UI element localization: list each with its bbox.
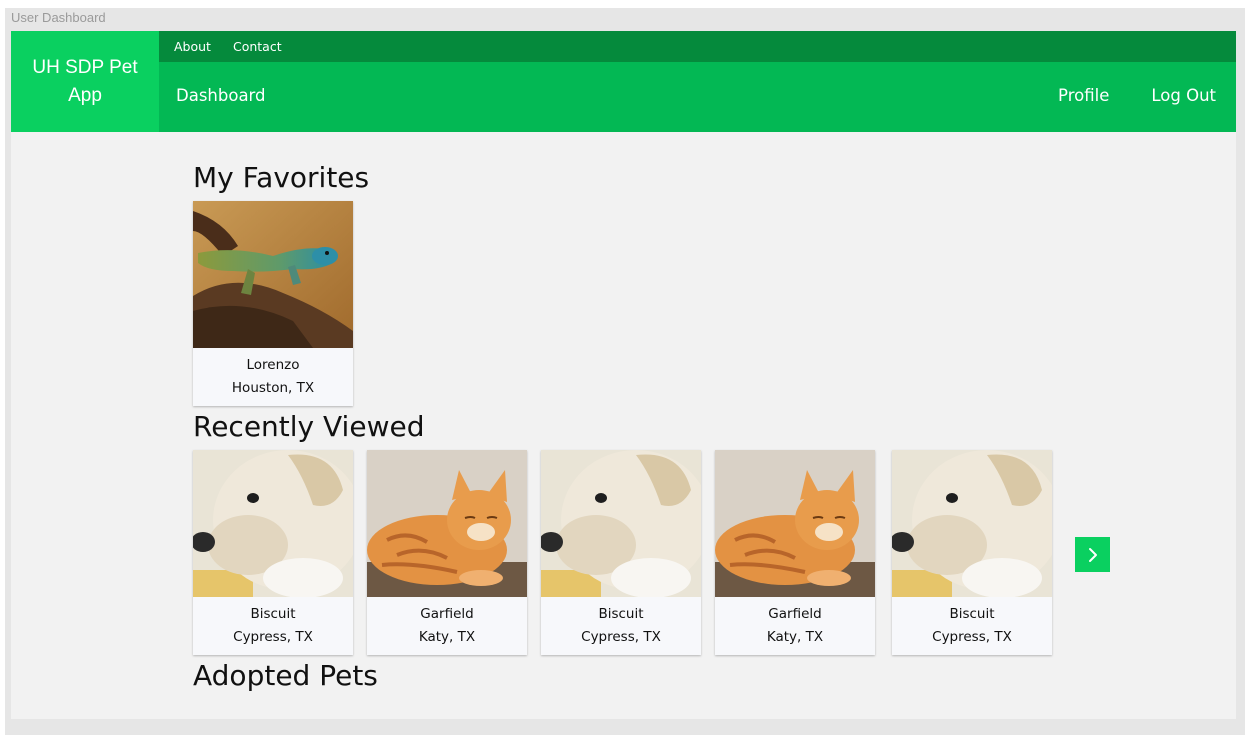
pet-location: Katy, TX	[418, 629, 476, 645]
pet-photo-cat	[715, 450, 875, 597]
brand-logo[interactable]: UH SDP Pet App	[11, 31, 159, 132]
brand-line-1: UH SDP Pet	[32, 56, 138, 78]
pet-photo-puppy	[193, 450, 353, 597]
contact-link[interactable]: Contact	[233, 39, 282, 54]
pet-location: Katy, TX	[766, 629, 824, 645]
pet-location: Cypress, TX	[581, 629, 661, 645]
pet-location: Houston, TX	[231, 380, 315, 396]
nav-right: Profile Log Out	[1058, 86, 1216, 105]
pet-location: Cypress, TX	[233, 629, 313, 645]
pet-info: Biscuit Cypress, TX	[541, 597, 701, 655]
main-navbar: Dashboard Profile Log Out	[159, 62, 1236, 132]
pet-card[interactable]: Biscuit Cypress, TX	[193, 450, 353, 655]
pet-info: Biscuit Cypress, TX	[193, 597, 353, 655]
pet-photo-puppy	[892, 450, 1052, 597]
pet-card[interactable]: Garfield Katy, TX	[367, 450, 527, 655]
pet-name: Garfield	[768, 606, 822, 622]
pet-photo-puppy	[541, 450, 701, 597]
pet-photo-cat	[367, 450, 527, 597]
favorites-heading: My Favorites	[193, 161, 370, 194]
adopted-heading: Adopted Pets	[193, 659, 378, 692]
pet-card[interactable]: Biscuit Cypress, TX	[541, 450, 701, 655]
brand-line-2: App	[68, 84, 102, 106]
top-utility-bar: About Contact	[159, 31, 1236, 62]
nav-dashboard[interactable]: Dashboard	[176, 86, 266, 105]
nav-profile[interactable]: Profile	[1058, 86, 1109, 105]
pet-info: Garfield Katy, TX	[367, 597, 527, 655]
pet-card[interactable]: Biscuit Cypress, TX	[892, 450, 1052, 655]
pet-card[interactable]: Garfield Katy, TX	[715, 450, 875, 655]
pet-info: Garfield Katy, TX	[715, 597, 875, 655]
pet-card[interactable]: Lorenzo Houston, TX	[193, 201, 353, 406]
window-title: User Dashboard	[11, 10, 106, 25]
pet-location: Cypress, TX	[932, 629, 1012, 645]
chevron-right-icon	[1088, 547, 1097, 562]
pet-name: Garfield	[420, 606, 474, 622]
app: UH SDP Pet App About Contact Dashboard P…	[11, 31, 1236, 719]
pet-photo-lizard	[193, 201, 353, 348]
pet-info: Lorenzo Houston, TX	[193, 348, 353, 406]
about-link[interactable]: About	[174, 39, 211, 54]
pet-name: Lorenzo	[246, 357, 300, 373]
pet-name: Biscuit	[949, 606, 995, 622]
nav-logout[interactable]: Log Out	[1151, 86, 1216, 105]
pet-info: Biscuit Cypress, TX	[892, 597, 1052, 655]
recent-heading: Recently Viewed	[193, 410, 425, 443]
carousel-next-button[interactable]	[1075, 537, 1110, 572]
pet-name: Biscuit	[598, 606, 644, 622]
pet-name: Biscuit	[250, 606, 296, 622]
